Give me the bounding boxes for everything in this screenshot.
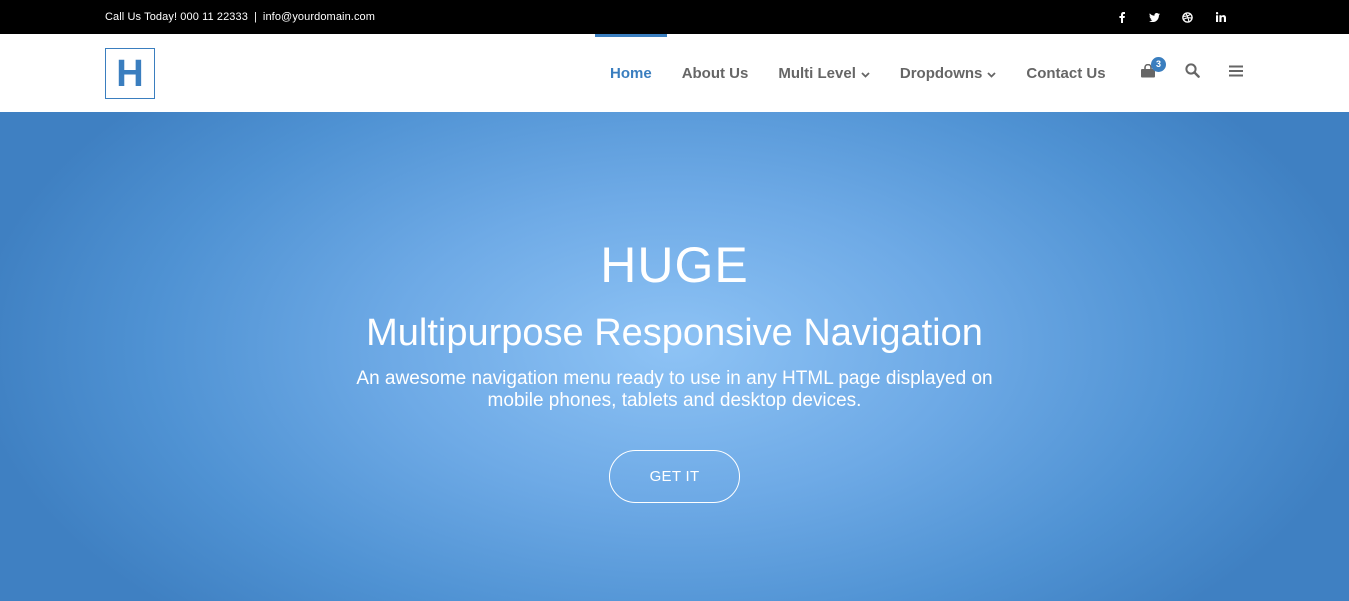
nav-item-label: About Us xyxy=(681,64,749,82)
header-actions: 3 xyxy=(1126,34,1258,112)
hero-subtitle: Multipurpose Responsive Navigation xyxy=(366,312,983,354)
nav-item-home[interactable]: Home xyxy=(595,34,667,112)
cart-button[interactable]: 3 xyxy=(1126,34,1170,112)
hero-section: HUGE Multipurpose Responsive Navigation … xyxy=(0,112,1349,601)
chevron-down-icon xyxy=(861,65,870,82)
cart-count-badge: 3 xyxy=(1151,57,1166,72)
hero-title: HUGE xyxy=(600,237,749,293)
nav-item-label: Contact Us xyxy=(1026,64,1106,82)
nav-item-dropdowns[interactable]: Dropdowns xyxy=(885,34,1012,112)
nav-item-contact-us[interactable]: Contact Us xyxy=(1011,34,1120,112)
dribbble-icon[interactable] xyxy=(1171,0,1204,34)
email-link[interactable]: info@yourdomain.com xyxy=(263,11,375,23)
contact-info: Call Us Today! 000 11 22333 | info@yourdom… xyxy=(105,0,375,34)
social-links xyxy=(1105,0,1237,34)
contact-separator: | xyxy=(253,11,257,23)
main-nav: Home About Us Multi Level Dropdowns Cont… xyxy=(595,34,1121,112)
nav-item-label: Home xyxy=(610,64,652,82)
facebook-icon[interactable] xyxy=(1105,0,1138,34)
nav-item-label: Dropdowns xyxy=(899,64,983,82)
top-bar: Call Us Today! 000 11 22333 | info@yourdom… xyxy=(0,0,1349,34)
menu-button[interactable] xyxy=(1214,34,1258,112)
menu-icon xyxy=(1229,64,1243,82)
logo[interactable]: H xyxy=(105,48,155,99)
twitter-icon[interactable] xyxy=(1138,0,1171,34)
get-it-button[interactable]: GET IT xyxy=(609,450,740,503)
linkedin-icon[interactable] xyxy=(1204,0,1237,34)
hero-description-line: mobile phones, tablets and desktop devic… xyxy=(487,390,862,411)
nav-item-label: Multi Level xyxy=(778,64,856,82)
logo-letter: H xyxy=(116,52,144,95)
hero-description-line: An awesome navigation menu ready to use … xyxy=(356,368,993,389)
site-header: H Home About Us Multi Level Dropdowns Co… xyxy=(0,34,1349,112)
phone-text: Call Us Today! 000 11 22333 xyxy=(105,11,248,23)
search-button[interactable] xyxy=(1170,34,1214,112)
nav-item-about-us[interactable]: About Us xyxy=(667,34,764,112)
nav-item-multi-level[interactable]: Multi Level xyxy=(763,34,885,112)
hero-description: An awesome navigation menu ready to use … xyxy=(0,368,1349,412)
chevron-down-icon xyxy=(987,65,997,82)
search-icon xyxy=(1184,63,1200,83)
